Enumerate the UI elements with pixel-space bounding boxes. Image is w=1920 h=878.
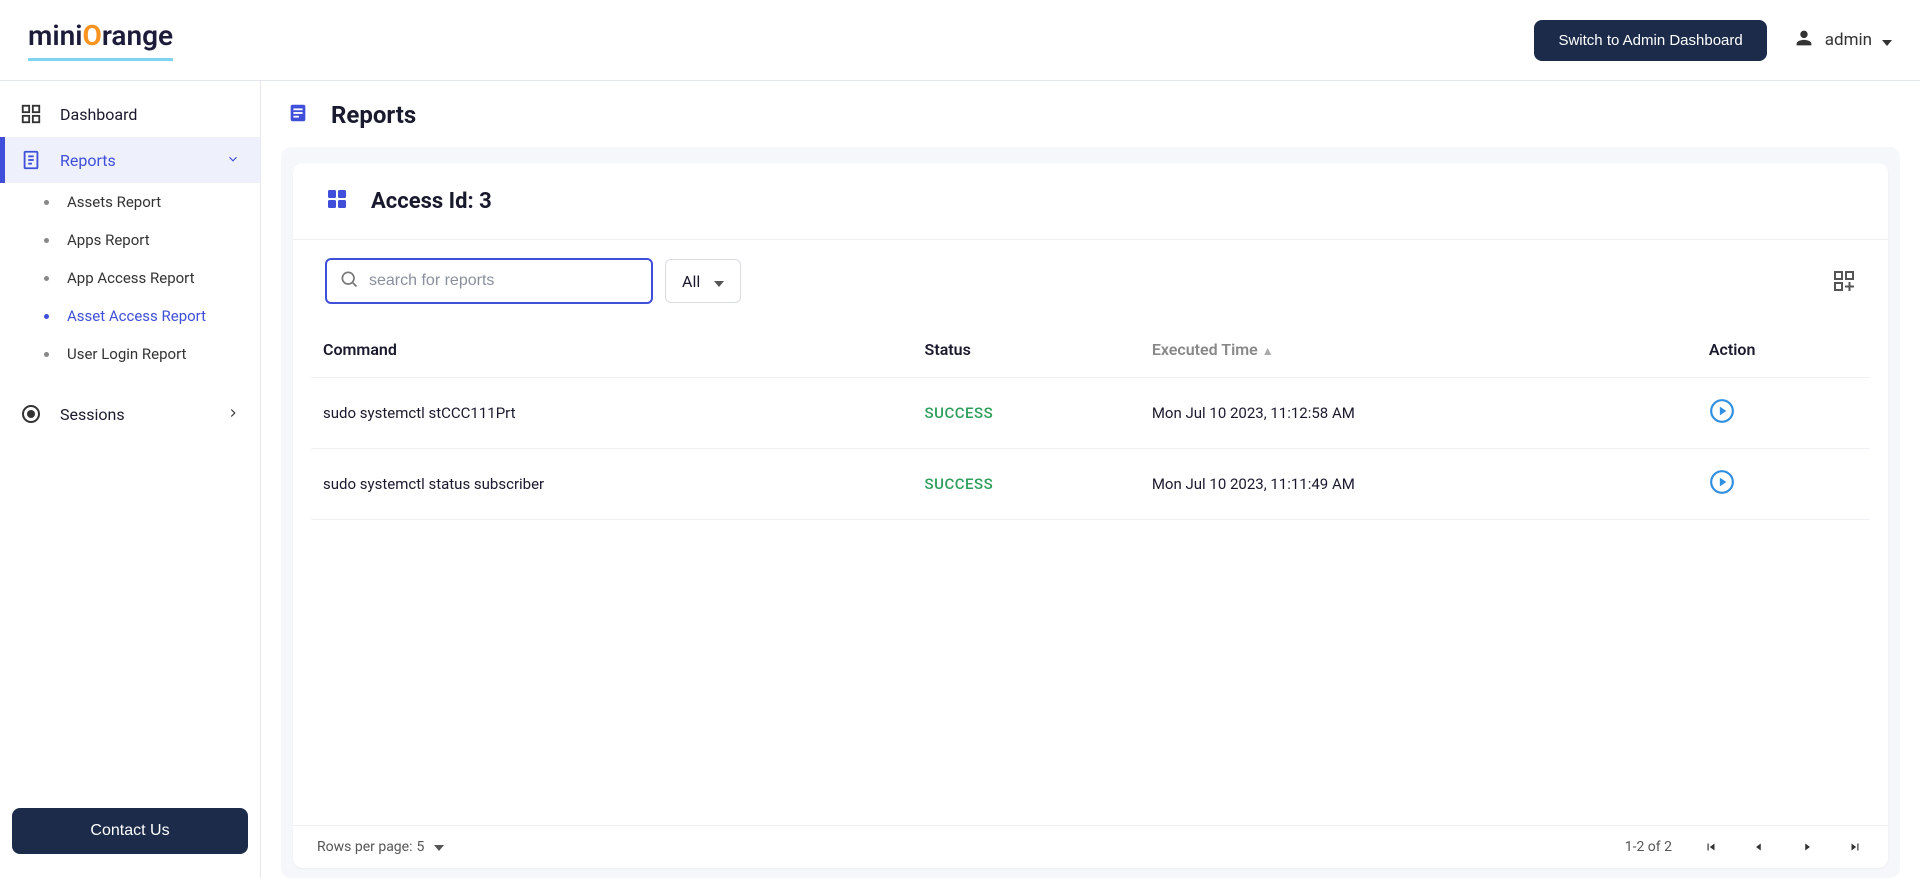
- sidebar-item-user-login-report[interactable]: User Login Report: [44, 335, 260, 373]
- sidebar-item-label: User Login Report: [67, 345, 186, 363]
- status-badge: SUCCESS: [925, 404, 994, 422]
- sidebar-item-label: Assets Report: [67, 193, 161, 211]
- bullet-icon: [44, 238, 49, 243]
- search-input-wrap: [325, 258, 653, 304]
- sidebar-item-assets-report[interactable]: Assets Report: [44, 183, 260, 221]
- page-range: 1-2 of 2: [1625, 839, 1672, 855]
- user-label: admin: [1825, 30, 1872, 50]
- filter-dropdown[interactable]: All: [665, 259, 741, 303]
- sort-asc-icon: ▲: [1262, 344, 1274, 358]
- status-badge: SUCCESS: [925, 475, 994, 493]
- cell-command: sudo systemctl status subscriber: [311, 449, 913, 520]
- chevron-right-icon: [226, 405, 240, 424]
- caret-down-icon: [714, 272, 724, 291]
- sidebar-item-label: Asset Access Report: [67, 307, 206, 325]
- sidebar-item-label: Apps Report: [67, 231, 150, 249]
- rows-per-page-value: 5: [416, 839, 424, 855]
- caret-down-icon: [1882, 31, 1892, 50]
- play-button[interactable]: [1709, 469, 1735, 495]
- col-status[interactable]: Status: [913, 322, 1140, 378]
- bullet-icon: [44, 314, 49, 319]
- next-page-button[interactable]: [1798, 838, 1816, 856]
- sidebar-item-sessions[interactable]: Sessions: [0, 391, 260, 437]
- user-menu[interactable]: admin: [1793, 27, 1892, 53]
- search-icon: [339, 269, 369, 293]
- sidebar-item-label: Reports: [60, 151, 116, 170]
- filter-label: All: [682, 272, 700, 291]
- bullet-icon: [44, 276, 49, 281]
- reports-table: Command Status Executed Time ▲ Action su…: [311, 322, 1870, 520]
- col-action[interactable]: Action: [1697, 322, 1870, 378]
- reports-icon: [20, 149, 42, 171]
- contact-us-button[interactable]: Contact Us: [12, 808, 248, 854]
- sidebar-item-reports[interactable]: Reports: [0, 137, 260, 183]
- rows-per-page-label: Rows per page:: [317, 839, 412, 855]
- sidebar-item-apps-report[interactable]: Apps Report: [44, 221, 260, 259]
- play-button[interactable]: [1709, 398, 1735, 424]
- cell-command: sudo systemctl stCCC111Prt: [311, 378, 913, 449]
- sidebar-item-label: Sessions: [60, 405, 125, 424]
- last-page-button[interactable]: [1846, 838, 1864, 856]
- sidebar-item-label: App Access Report: [67, 269, 195, 287]
- cell-executed: Mon Jul 10 2023, 11:11:49 AM: [1140, 449, 1697, 520]
- chevron-down-icon: [226, 151, 240, 170]
- sidebar-item-label: Dashboard: [60, 105, 137, 124]
- prev-page-button[interactable]: [1750, 838, 1768, 856]
- col-executed-time[interactable]: Executed Time ▲: [1140, 322, 1697, 378]
- col-command[interactable]: Command: [311, 322, 913, 378]
- bullet-icon: [44, 352, 49, 357]
- page-title: Reports: [331, 101, 416, 129]
- search-input[interactable]: [369, 272, 639, 290]
- person-icon: [1793, 27, 1815, 53]
- bullet-icon: [44, 200, 49, 205]
- grid-icon: [325, 187, 349, 215]
- sidebar-item-app-access-report[interactable]: App Access Report: [44, 259, 260, 297]
- cell-executed: Mon Jul 10 2023, 11:12:58 AM: [1140, 378, 1697, 449]
- table-row: sudo systemctl stCCC111Prt SUCCESS Mon J…: [311, 378, 1870, 449]
- rows-per-page-select[interactable]: 5: [416, 839, 444, 855]
- radio-icon: [20, 403, 42, 425]
- caret-down-icon: [434, 839, 444, 855]
- add-widget-button[interactable]: [1832, 269, 1856, 293]
- switch-admin-button[interactable]: Switch to Admin Dashboard: [1534, 20, 1766, 61]
- dashboard-icon: [20, 103, 42, 125]
- first-page-button[interactable]: [1702, 838, 1720, 856]
- sidebar-item-dashboard[interactable]: Dashboard: [0, 91, 260, 137]
- reports-page-icon: [287, 102, 309, 128]
- access-id-title: Access Id: 3: [371, 189, 492, 214]
- logo: miniOrange: [28, 0, 173, 80]
- sidebar-item-asset-access-report[interactable]: Asset Access Report: [44, 297, 260, 335]
- table-row: sudo systemctl status subscriber SUCCESS…: [311, 449, 1870, 520]
